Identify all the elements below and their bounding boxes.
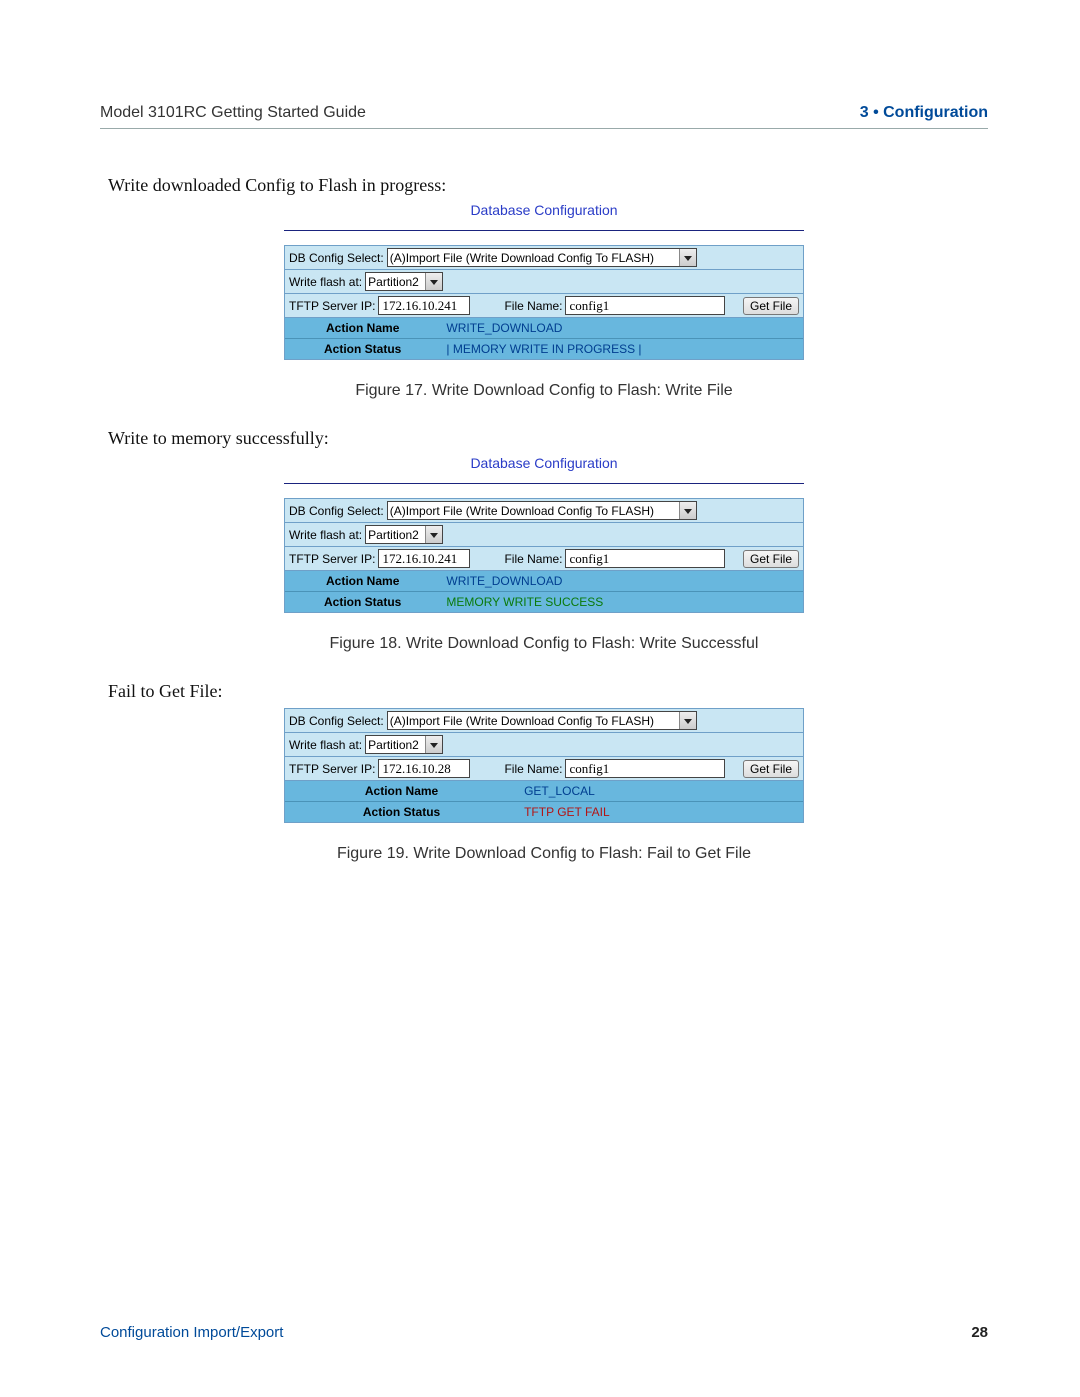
file-name-field[interactable]: config1 <box>565 549 725 568</box>
file-name-field[interactable]: config1 <box>565 759 725 778</box>
db-select-dropdown[interactable]: (A)Import File (Write Download Config To… <box>387 501 697 520</box>
divider <box>284 483 804 484</box>
config-panel: Database Configuration DB Config Select:(… <box>284 455 804 613</box>
action-name-value: WRITE_DOWNLOAD <box>440 318 803 338</box>
db-select-label: DB Config Select: <box>289 251 384 265</box>
action-status-value: TFTP GET FAIL <box>518 802 803 822</box>
action-status-label: Action Status <box>285 339 440 359</box>
section-intro: Fail to Get File: <box>108 681 988 702</box>
db-select-dropdown[interactable]: (A)Import File (Write Download Config To… <box>387 248 697 267</box>
footer-section: Configuration Import/Export <box>100 1324 283 1341</box>
page-number: 28 <box>971 1324 988 1341</box>
tftp-ip-label: TFTP Server IP: <box>289 762 375 776</box>
get-file-button[interactable]: Get File <box>743 297 799 315</box>
tftp-ip-label: TFTP Server IP: <box>289 552 375 566</box>
panel-title: Database Configuration <box>284 202 804 218</box>
file-name-label: File Name: <box>504 552 562 566</box>
write-flash-dropdown[interactable]: Partition2 <box>365 525 443 544</box>
page-header: Model 3101RC Getting Started Guide 3 • C… <box>100 104 988 129</box>
write-flash-label: Write flash at: <box>289 528 362 542</box>
action-status-value: | MEMORY WRITE IN PROGRESS | <box>440 339 803 359</box>
tftp-ip-field[interactable]: 172.16.10.241 <box>378 296 470 315</box>
config-panel: Database Configuration DB Config Select:(… <box>284 202 804 360</box>
file-name-label: File Name: <box>504 762 562 776</box>
figure-caption: Figure 18. Write Download Config to Flas… <box>100 635 988 653</box>
tftp-ip-label: TFTP Server IP: <box>289 299 375 313</box>
section-intro: Write downloaded Config to Flash in prog… <box>108 175 988 196</box>
file-name-label: File Name: <box>504 299 562 313</box>
write-flash-label: Write flash at: <box>289 738 362 752</box>
action-status-label: Action Status <box>285 592 440 612</box>
db-select-label: DB Config Select: <box>289 714 384 728</box>
config-panel: DB Config Select:(A)Import File (Write D… <box>284 708 804 823</box>
write-flash-label: Write flash at: <box>289 275 362 289</box>
figure-caption: Figure 19. Write Download Config to Flas… <box>100 845 988 863</box>
page-footer: Configuration Import/Export 28 <box>100 1324 988 1341</box>
action-status-value: MEMORY WRITE SUCCESS <box>440 592 803 612</box>
action-status-label: Action Status <box>285 802 518 822</box>
action-name-label: Action Name <box>285 571 440 591</box>
divider <box>284 230 804 231</box>
get-file-button[interactable]: Get File <box>743 760 799 778</box>
section-intro: Write to memory successfully: <box>108 428 988 449</box>
action-name-label: Action Name <box>285 781 518 801</box>
figure-caption: Figure 17. Write Download Config to Flas… <box>100 382 988 400</box>
get-file-button[interactable]: Get File <box>743 550 799 568</box>
action-name-value: WRITE_DOWNLOAD <box>440 571 803 591</box>
write-flash-dropdown[interactable]: Partition2 <box>365 272 443 291</box>
db-select-dropdown[interactable]: (A)Import File (Write Download Config To… <box>387 711 697 730</box>
action-name-label: Action Name <box>285 318 440 338</box>
action-name-value: GET_LOCAL <box>518 781 803 801</box>
tftp-ip-field[interactable]: 172.16.10.28 <box>378 759 470 778</box>
panel-title: Database Configuration <box>284 455 804 471</box>
file-name-field[interactable]: config1 <box>565 296 725 315</box>
header-title: Model 3101RC Getting Started Guide <box>100 104 366 122</box>
header-chapter: 3 • Configuration <box>860 104 988 122</box>
db-select-label: DB Config Select: <box>289 504 384 518</box>
tftp-ip-field[interactable]: 172.16.10.241 <box>378 549 470 568</box>
write-flash-dropdown[interactable]: Partition2 <box>365 735 443 754</box>
